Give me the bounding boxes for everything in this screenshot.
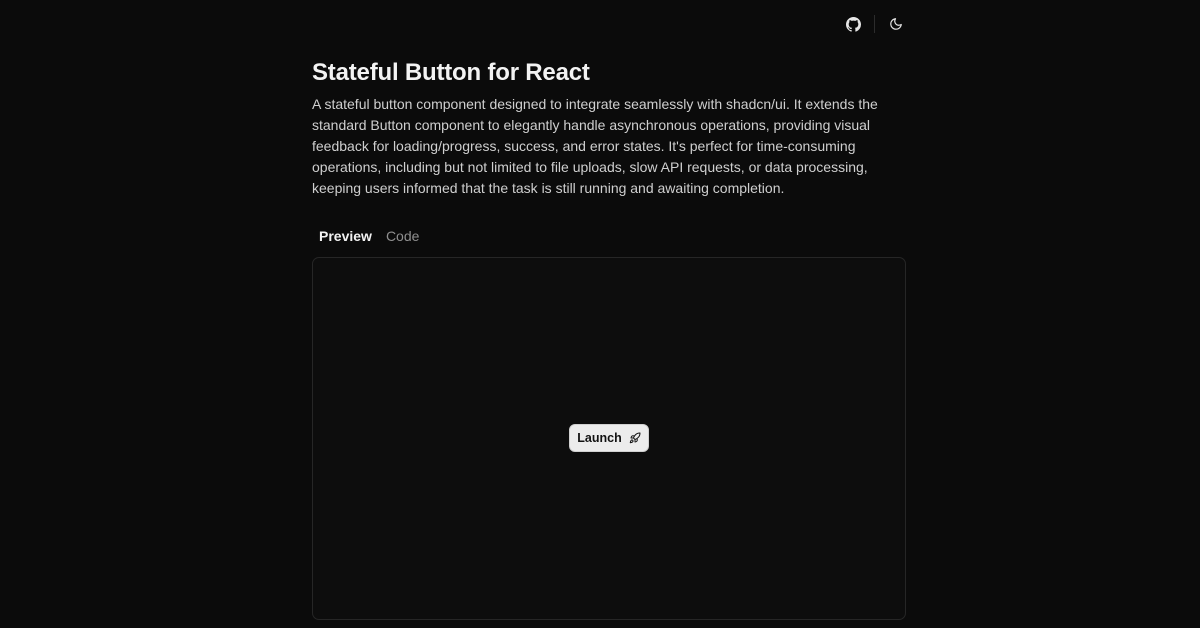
preview-panel: Launch — [312, 257, 906, 620]
toolbar-divider — [874, 15, 875, 33]
page-title: Stateful Button for React — [312, 59, 590, 86]
tab-preview[interactable]: Preview — [319, 226, 372, 246]
tab-code[interactable]: Code — [386, 226, 419, 246]
rocket-icon — [629, 432, 641, 444]
main-content: Stateful Button for React A stateful but… — [312, 57, 906, 620]
github-icon[interactable] — [841, 12, 865, 36]
launch-button[interactable]: Launch — [569, 424, 649, 452]
moon-icon[interactable] — [884, 12, 908, 36]
page-description: A stateful button component designed to … — [312, 96, 878, 196]
top-toolbar — [841, 12, 908, 36]
tab-list: Preview Code — [312, 225, 906, 247]
page: Stateful Button for React A stateful but… — [0, 0, 1200, 628]
launch-button-label: Launch — [577, 431, 622, 445]
